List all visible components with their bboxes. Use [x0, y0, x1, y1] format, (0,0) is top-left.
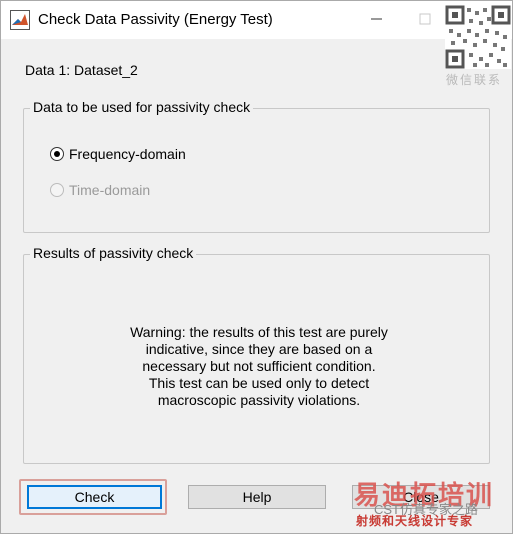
title-bar: Check Data Passivity (Energy Test): [1, 1, 512, 39]
warning-line: Warning: the results of this test are pu…: [130, 324, 388, 340]
warning-line: indicative, since they are based on a: [145, 341, 373, 357]
warning-line: This test can be used only to detect: [148, 375, 370, 391]
watermark-subtitle: 射频和天线设计专家: [356, 514, 474, 528]
results-group: Results of passivity check Warning: the …: [23, 245, 490, 464]
passivity-data-group-title: Data to be used for passivity check: [30, 99, 254, 115]
dataset-label: Data 1: Dataset_2: [25, 62, 138, 78]
warning-line: necessary but not sufficient condition.: [142, 358, 376, 374]
radio-frequency-label: Frequency-domain: [69, 146, 186, 162]
radio-time-domain[interactable]: Time-domain: [50, 180, 150, 200]
watermark-follow-text: 微信联系: [446, 73, 503, 87]
radio-button-checked[interactable]: [50, 147, 64, 161]
warning-message: Warning: the results of this test are pu…: [84, 324, 434, 409]
radio-button-disabled[interactable]: [50, 183, 64, 197]
passivity-data-group: Data to be used for passivity check Freq…: [23, 99, 490, 233]
minimize-icon[interactable]: [367, 9, 387, 29]
maximize-icon[interactable]: [415, 9, 435, 29]
radio-frequency-domain[interactable]: Frequency-domain: [50, 144, 186, 164]
window-title: Check Data Passivity (Energy Test): [38, 11, 273, 28]
qr-code-watermark: [445, 5, 511, 69]
matlab-app-icon: [10, 10, 30, 30]
radio-time-label: Time-domain: [69, 182, 151, 198]
results-group-title: Results of passivity check: [30, 245, 197, 261]
warning-line: macroscopic passivity violations.: [157, 392, 361, 408]
dialog-window: Check Data Passivity (Energy Test) 微信联系 …: [0, 0, 513, 534]
help-button[interactable]: Help: [188, 485, 326, 509]
check-button[interactable]: Check: [27, 485, 162, 509]
